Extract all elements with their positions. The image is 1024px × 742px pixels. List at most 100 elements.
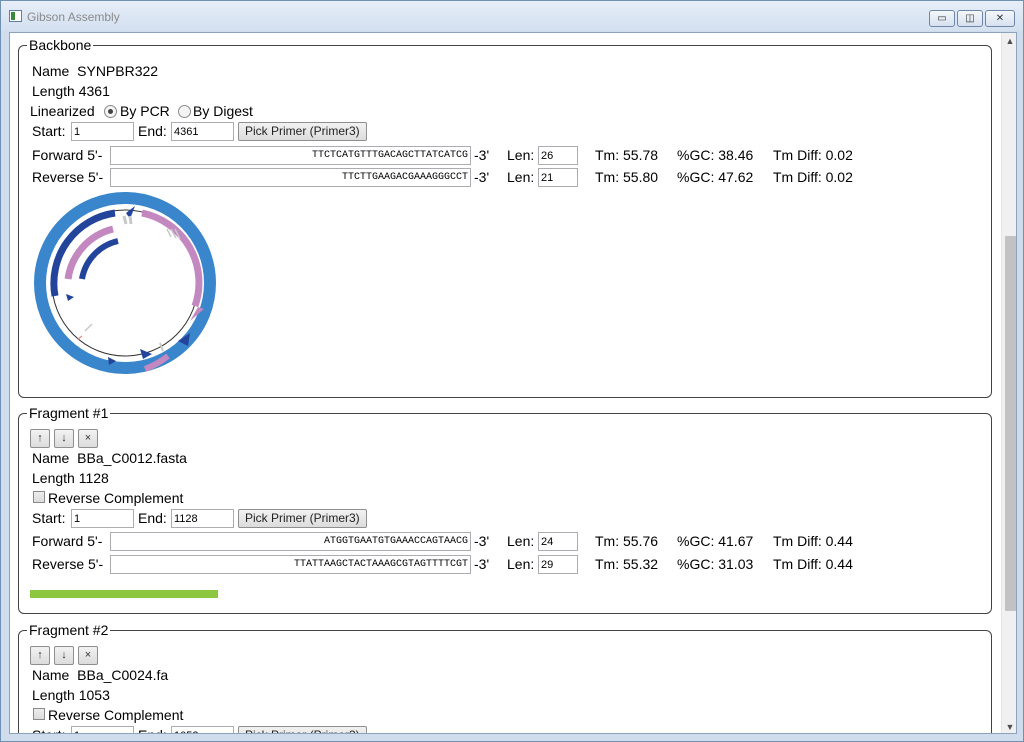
forward-label: Forward 5'- [32, 147, 103, 163]
backbone-reverse-primer[interactable] [110, 168, 471, 187]
fragment-1-forward-tm: Tm: 55.76 [595, 533, 659, 549]
fragment-1-pick-primer-button[interactable]: Pick Primer (Primer3) [238, 509, 367, 528]
fragment-2-end-input[interactable] [171, 726, 234, 733]
reverse-label: Reverse 5'- [32, 169, 104, 185]
backbone-forward-tmdiff: Tm Diff: 0.02 [773, 147, 853, 163]
backbone-length: 4361 [78, 83, 110, 99]
len-label: Len: [507, 533, 535, 549]
scroll-down-arrow-icon[interactable]: ▼ [1002, 719, 1016, 733]
linearized-label: Linearized [30, 103, 95, 119]
by-digest-radio[interactable] [178, 105, 191, 118]
three-prime-label: -3' [474, 169, 490, 185]
end-label: End: [138, 510, 167, 526]
plasmid-site-tick [84, 323, 93, 332]
fragment-1-forward-tmdiff: Tm Diff: 0.44 [773, 533, 853, 549]
plasmid-map [34, 192, 216, 374]
fragment-1-forward-primer[interactable] [110, 532, 471, 551]
by-pcr-radio[interactable] [104, 105, 117, 118]
three-prime-label: -3' [474, 147, 490, 163]
backbone-length-row: Length 4361 [32, 83, 110, 99]
window-title: Gibson Assembly [27, 10, 120, 24]
backbone-reverse-tmdiff: Tm Diff: 0.02 [773, 169, 853, 185]
plasmid-feature-arrow [140, 349, 152, 359]
maximize-button[interactable]: ◫ [957, 10, 983, 27]
fragment-1-name-row: Name BBa_C0012.fasta [32, 450, 187, 466]
fragment-1-legend: Fragment #1 [29, 405, 109, 421]
fragment-2-name: BBa_C0024.fa [77, 667, 169, 683]
len-label: Len: [507, 169, 535, 185]
start-label: Start: [32, 123, 66, 139]
fragment-2-legend: Fragment #2 [29, 622, 109, 638]
fragment-1-start-input[interactable] [71, 509, 134, 528]
plasmid-feature-arrow [66, 294, 74, 301]
remove-fragment-button[interactable]: × [78, 646, 98, 665]
fragment-1-reverse-len[interactable] [538, 555, 578, 574]
move-up-button[interactable]: ↑ [30, 429, 50, 448]
fragment-1-length-row: Length 1128 [32, 470, 109, 486]
fragment-1-reverse-complement-checkbox[interactable] [33, 491, 45, 503]
move-down-button[interactable]: ↓ [54, 429, 74, 448]
plasmid-site-tick [166, 228, 172, 238]
backbone-end-input[interactable] [171, 122, 234, 141]
close-button[interactable]: ✕ [985, 10, 1015, 27]
plasmid-site-tick [128, 215, 133, 225]
scrollbar-thumb[interactable] [1005, 236, 1016, 611]
fragment-1-forward-gc: %GC: 41.67 [677, 533, 754, 549]
backbone-pick-primer-button[interactable]: Pick Primer (Primer3) [238, 122, 367, 141]
title-bar: Gibson Assembly ▭ ◫ ✕ [1, 1, 1023, 31]
backbone-legend: Backbone [29, 37, 92, 53]
three-prime-label: -3' [474, 556, 490, 572]
fragment-1-sequence-bar [30, 590, 218, 598]
move-up-button[interactable]: ↑ [30, 646, 50, 665]
fragment-1-length: 1128 [78, 470, 109, 486]
app-window: Gibson Assembly ▭ ◫ ✕ Backbone Name SYNP… [0, 0, 1024, 742]
end-label: End: [138, 123, 167, 139]
minimize-button[interactable]: ▭ [929, 10, 955, 27]
fragment-2-length: 1053 [78, 687, 110, 703]
by-pcr-label: By PCR [120, 103, 170, 119]
reverse-complement-label: Reverse Complement [48, 707, 184, 723]
reverse-label: Reverse 5'- [32, 556, 104, 572]
start-label: Start: [32, 727, 65, 733]
fragment-1-reverse-gc: %GC: 31.03 [677, 556, 754, 572]
length-label: Length [32, 83, 75, 99]
fragment-1-reverse-primer[interactable] [110, 555, 471, 574]
three-prime-label: -3' [474, 533, 490, 549]
fragment-2-length-row: Length 1053 [32, 687, 110, 703]
fragment-1-forward-len[interactable] [538, 532, 578, 551]
plasmid-site-tick [77, 335, 83, 340]
backbone-reverse-gc: %GC: 47.62 [677, 169, 754, 185]
scroll-up-arrow-icon[interactable]: ▲ [1002, 33, 1016, 49]
plasmid-site-tick [159, 342, 164, 352]
backbone-forward-primer[interactable] [110, 146, 471, 165]
backbone-start-input[interactable] [71, 122, 134, 141]
fragment-1-end-input[interactable] [171, 509, 234, 528]
by-digest-label: By Digest [193, 103, 253, 119]
scroll-content: Backbone Name SYNPBR322 Length 4361 Line… [9, 32, 1017, 734]
length-label: Length [32, 470, 75, 486]
remove-fragment-button[interactable]: × [78, 429, 98, 448]
fragment-1-name: BBa_C0012.fasta [77, 450, 187, 466]
move-down-button[interactable]: ↓ [54, 646, 74, 665]
fragment-1-reverse-tmdiff: Tm Diff: 0.44 [773, 556, 853, 572]
plasmid-site-tick [122, 215, 128, 225]
name-label: Name [32, 667, 70, 683]
len-label: Len: [507, 147, 535, 163]
backbone-reverse-len[interactable] [538, 168, 578, 187]
backbone-reverse-tm: Tm: 55.80 [595, 169, 659, 185]
backbone-name-row: Name SYNPBR322 [32, 63, 158, 79]
start-label: Start: [32, 510, 66, 526]
fragment-2-start-input[interactable] [71, 726, 134, 733]
backbone-forward-gc: %GC: 38.46 [677, 147, 754, 163]
fragment-2-reverse-complement-checkbox[interactable] [33, 708, 45, 720]
end-label: End: [138, 727, 167, 733]
backbone-forward-len[interactable] [538, 146, 578, 165]
fragment-2-pick-primer-button[interactable]: Pick Primer (Primer3) [238, 726, 367, 733]
vertical-scrollbar[interactable]: ▲ ▼ [1001, 33, 1016, 733]
reverse-complement-label: Reverse Complement [48, 490, 184, 506]
name-label: Name [32, 63, 70, 79]
backbone-name: SYNPBR322 [77, 63, 159, 79]
fragment-2-name-row: Name BBa_C0024.fa [32, 667, 168, 683]
app-icon [9, 10, 22, 22]
fragment-1-reverse-tm: Tm: 55.32 [595, 556, 659, 572]
